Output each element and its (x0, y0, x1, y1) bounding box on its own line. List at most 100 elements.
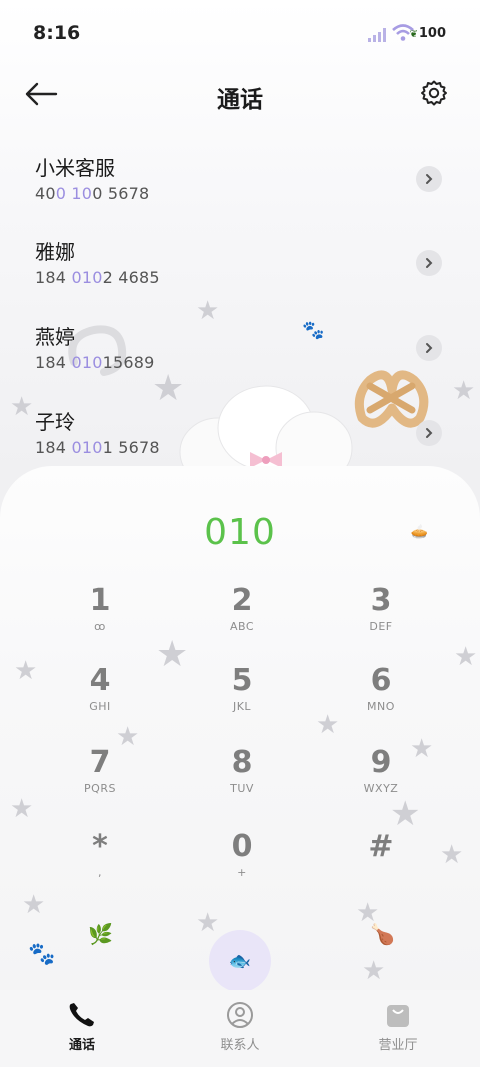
contact-list-item[interactable]: 燕婷 184 01015689 (0, 313, 480, 397)
dial-key-letters: ꝏ (94, 620, 106, 633)
dial-input-display[interactable]: 010 (0, 512, 480, 553)
number-match-highlight: 0 10 (55, 184, 93, 203)
dial-key-digit: 0 (231, 829, 253, 864)
dial-key[interactable]: 5 JKL (187, 664, 297, 734)
pie-sticker-icon[interactable]: 🥧 (411, 524, 428, 540)
dial-key-letters: MNO (367, 700, 395, 713)
dial-key[interactable]: 0 + (187, 830, 297, 900)
contact-detail-button[interactable] (416, 250, 442, 276)
number-part: 184 (35, 438, 72, 457)
star-decoration-icon: ★ (156, 634, 189, 675)
battery-level: 100 (418, 26, 446, 41)
contact-number: 184 0101 5678 (35, 438, 160, 457)
contact-list-item[interactable]: 小米客服 400 100 5678 (0, 144, 480, 228)
star-decoration-icon: ★ (10, 794, 34, 824)
contact-number: 184 0102 4685 (35, 268, 160, 287)
contact-detail-button[interactable] (416, 420, 442, 446)
dial-key-digit: 2 (231, 583, 253, 618)
dial-key[interactable]: 4 GHI (45, 664, 155, 734)
contacts-icon (227, 1002, 253, 1028)
dial-key-digit: 9 (370, 745, 392, 780)
star-decoration-icon: ★ (196, 908, 220, 938)
chevron-right-icon (426, 428, 433, 438)
chevron-right-icon (426, 174, 433, 184)
tab-contacts[interactable]: 联系人 (190, 1000, 290, 1053)
dial-key-digit: 1 (89, 583, 111, 618)
star-decoration-icon: ★ (440, 840, 464, 870)
tab-service-hall[interactable]: 营业厅 (348, 1000, 448, 1053)
star-decoration-icon: ★ (454, 642, 478, 672)
app-header: 通话 (0, 64, 480, 124)
number-part: 2 4685 (102, 268, 160, 287)
contact-name: 燕婷 (35, 325, 75, 349)
tab-label: 营业厅 (378, 1038, 418, 1053)
page-title: 通话 (217, 87, 263, 113)
dial-key-letters: + (237, 866, 247, 879)
dial-key-digit: # (368, 829, 394, 864)
contact-detail-button[interactable] (416, 166, 442, 192)
number-match-highlight: 010 (71, 268, 103, 287)
bottom-tab-bar: 通话 联系人 营业厅 (0, 990, 480, 1067)
contact-detail-button[interactable] (416, 335, 442, 361)
dial-key[interactable]: # (326, 830, 436, 900)
dial-key-digit: * (92, 829, 108, 864)
dial-key-digit: 4 (89, 663, 111, 698)
dial-key[interactable]: 9 WXYZ (326, 746, 436, 816)
dial-key[interactable]: 1ꝏ (45, 584, 155, 654)
star-decoration-icon: ★ (22, 890, 46, 920)
dial-key-letters: JKL (232, 700, 252, 713)
status-bar: 8:16 ❦100 (0, 0, 480, 64)
shop-bag-icon (387, 1005, 409, 1027)
chevron-right-icon (426, 258, 433, 268)
dial-key-letters: WXYZ (363, 782, 399, 795)
call-button[interactable]: 🐟 (209, 930, 271, 992)
number-part: 1 5678 (102, 438, 160, 457)
number-part: 15689 (102, 353, 155, 372)
herb-sticker-icon[interactable]: 🌿 (88, 922, 113, 946)
number-part: 184 (35, 268, 72, 287)
chevron-right-icon (426, 343, 433, 353)
tab-calls[interactable]: 通话 (32, 1000, 132, 1053)
contact-number: 400 100 5678 (35, 184, 149, 203)
contact-name: 子玲 (35, 410, 75, 434)
star-decoration-icon: ★ (362, 956, 386, 986)
signal-icon (368, 28, 386, 42)
paw-decoration-icon: 🐾 (28, 942, 56, 967)
gear-icon[interactable] (420, 79, 448, 107)
contact-name: 小米客服 (35, 156, 115, 180)
dial-key[interactable]: 6 MNO (326, 664, 436, 734)
dial-key-letters: DEF (369, 620, 393, 633)
dial-key-letters: ABC (229, 620, 255, 633)
dial-key-digit: 8 (231, 745, 253, 780)
dial-key-digit: 7 (89, 745, 111, 780)
number-part: 40 (35, 184, 56, 203)
dial-key-letters: GHI (89, 700, 111, 713)
number-match-highlight: 010 (71, 353, 103, 372)
contact-name: 雅娜 (35, 240, 75, 264)
number-match-highlight: 010 (71, 438, 103, 457)
dial-key[interactable]: 7 PQRS (45, 746, 155, 816)
dial-key-letters: PQRS (84, 782, 116, 795)
number-part: 184 (35, 353, 72, 372)
tab-label: 联系人 (220, 1038, 260, 1053)
fish-icon: 🐟 (228, 950, 252, 972)
status-time: 8:16 (33, 22, 81, 44)
number-part: 0 5678 (92, 184, 150, 203)
dial-panel: ★ ★ ★ ★ ★ ★ ★ ★ ★ ★ ★ ★ ★ 🐾 010 🥧 1 ꝏ 2 ABC… (0, 466, 480, 1006)
phone-icon (69, 1003, 94, 1027)
battery-leaf-icon: ❦ (409, 29, 418, 40)
dial-key[interactable]: 3 DEF (326, 584, 436, 654)
contact-list-item[interactable]: 雅娜 184 0102 4685 (0, 228, 480, 312)
tab-label: 通话 (68, 1038, 95, 1053)
dial-key[interactable]: 8 TUV (187, 746, 297, 816)
dial-key-letters: TUV (230, 782, 254, 795)
star-decoration-icon: ★ (14, 656, 38, 686)
dial-key-digit: 5 (231, 663, 253, 698)
battery-indicator: ❦100 (409, 26, 446, 41)
contact-number: 184 01015689 (35, 353, 154, 372)
dial-key-digit: 6 (370, 663, 392, 698)
dial-key-letters: , (98, 866, 102, 879)
roast-chicken-sticker-icon[interactable]: 🍗 (370, 922, 395, 946)
dial-key[interactable]: 2 ABC (187, 584, 297, 654)
dial-key[interactable]: *, (45, 830, 155, 900)
